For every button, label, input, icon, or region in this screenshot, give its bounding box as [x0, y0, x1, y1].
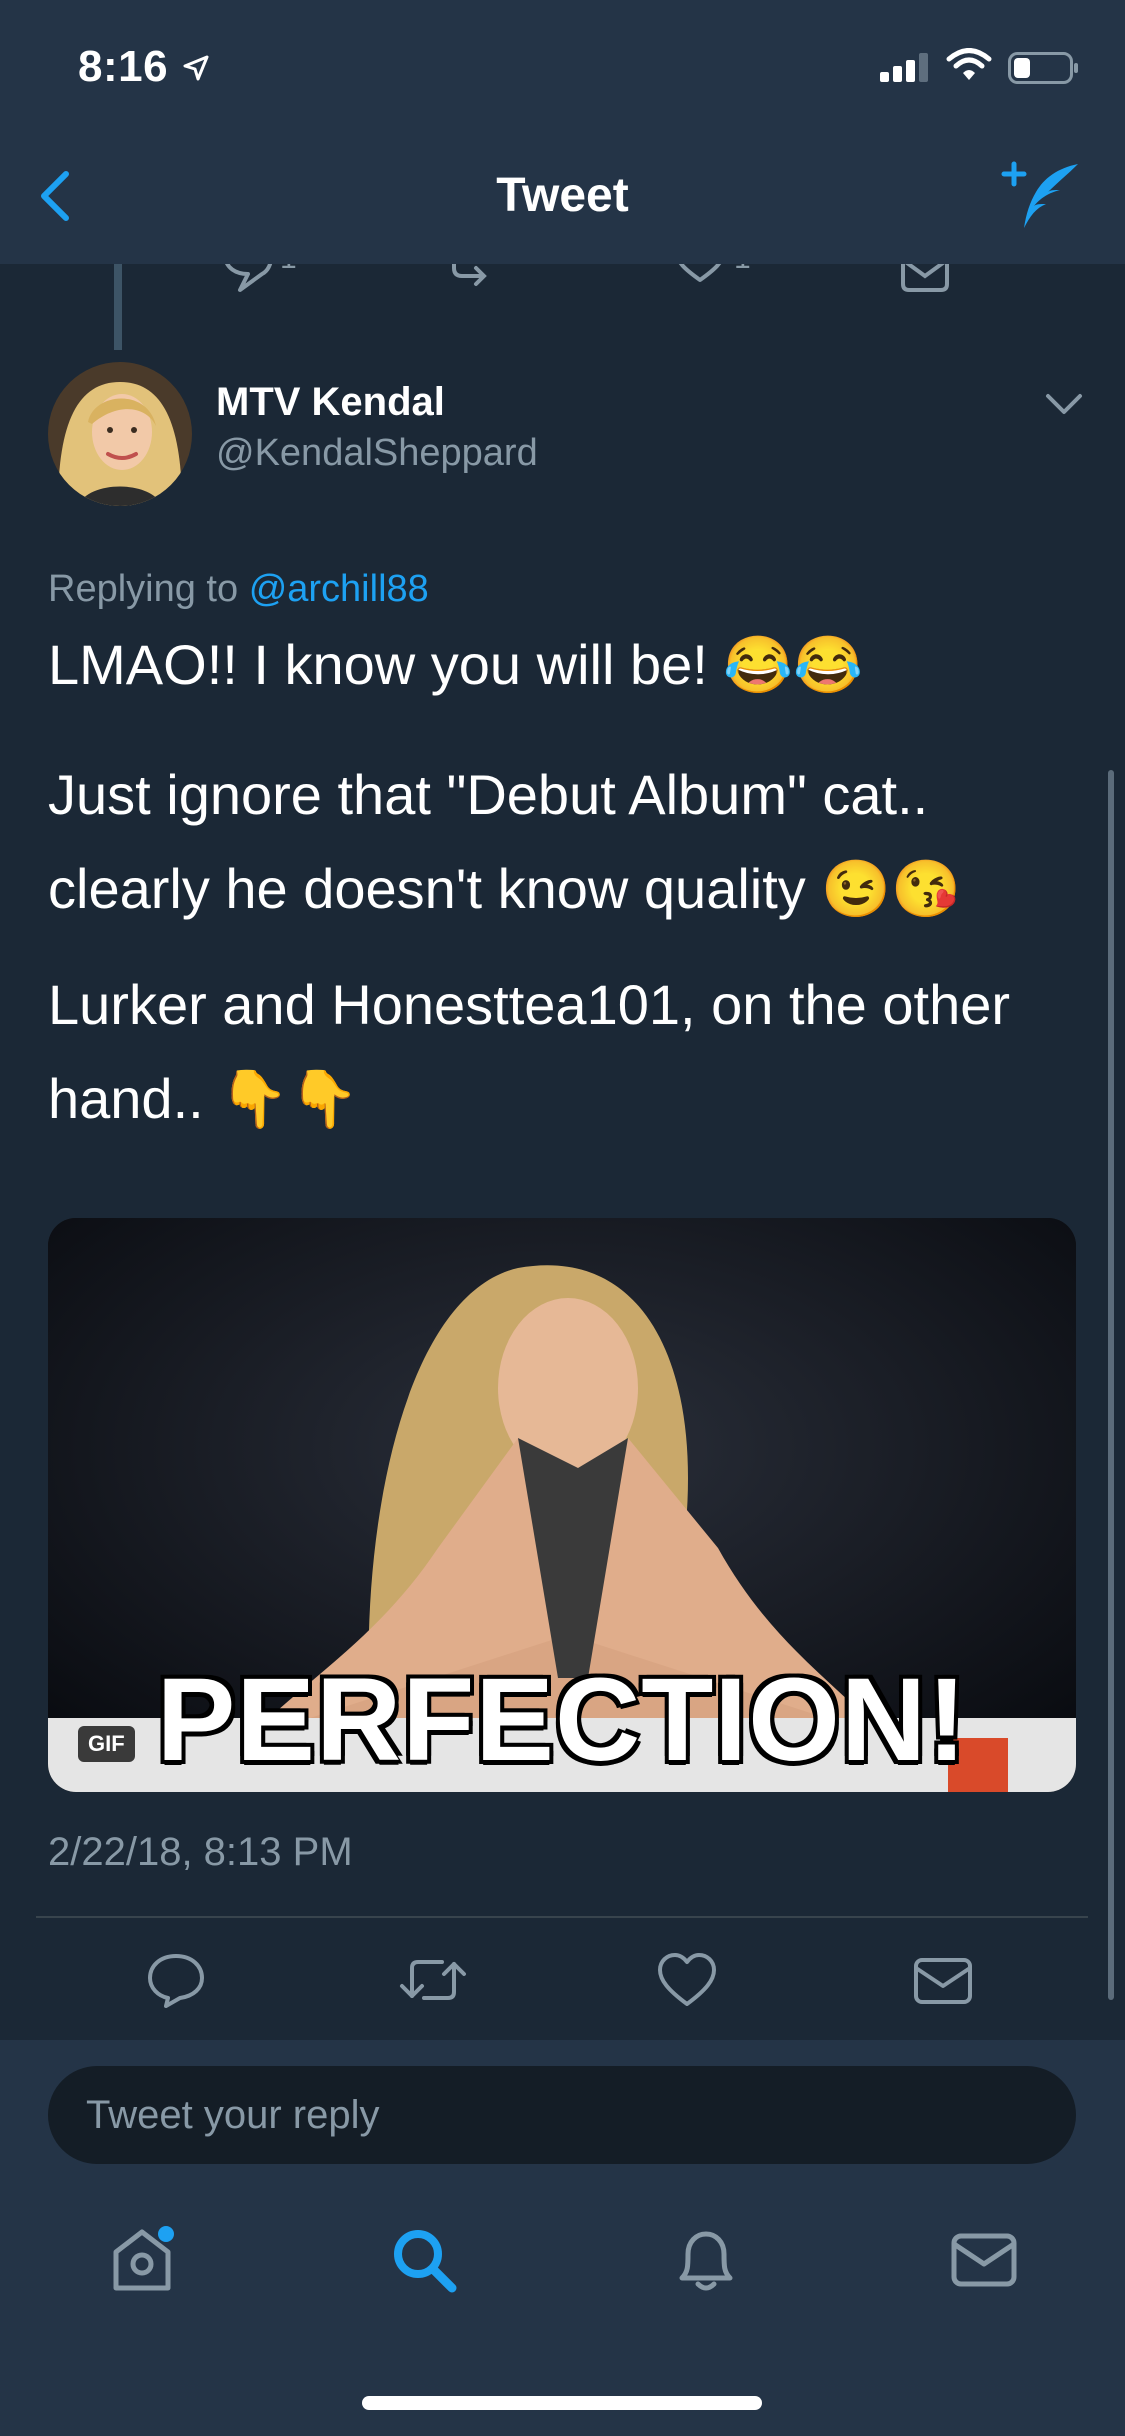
replying-to-line: Replying to @archill88 [48, 568, 429, 611]
tab-messages[interactable] [946, 2222, 1022, 2303]
tweet-text-paragraph3: Lurker and Honesttea101, on the other ha… [48, 973, 1011, 1130]
cellular-signal-icon [880, 52, 934, 87]
direct-message-button[interactable] [912, 1950, 974, 2015]
compose-tweet-button[interactable] [1000, 160, 1084, 237]
avatar[interactable] [48, 362, 192, 506]
reply-button[interactable] [146, 1950, 206, 2015]
tweet-text-paragraph2: Just ignore that "Debut Album" cat.. cle… [48, 763, 961, 920]
divider [36, 1916, 1088, 1918]
retweet-button[interactable] [398, 1950, 468, 2015]
tweet-text-line1: LMAO!! I know you will be! 😂😂 [48, 633, 863, 696]
compose-tweet-icon [1001, 161, 1078, 228]
heart-icon [658, 1953, 716, 2006]
tweet-actions [0, 1950, 1125, 2014]
replying-to-label: Replying to [48, 568, 239, 610]
author-name[interactable]: MTV Kendal [216, 380, 445, 425]
like-button[interactable] [656, 1950, 718, 2015]
tweet-timestamp: 2/22/18, 8:13 PM [48, 1830, 353, 1874]
tweet-detail-screen: 8:16 Tweet MTV Kendal @KendalSheppard Re… [0, 0, 1125, 2436]
tweet-media-gif[interactable]: GIF PERFECTION! [48, 1218, 1076, 1792]
scrollbar[interactable] [1108, 770, 1114, 2000]
messages-icon [951, 2233, 1017, 2287]
gif-caption: PERFECTION! [156, 1654, 968, 1786]
top-bar: 8:16 Tweet [0, 0, 1125, 264]
notifications-icon [679, 2231, 733, 2291]
tab-home[interactable] [106, 2222, 182, 2303]
reply-input[interactable] [48, 2066, 1076, 2164]
envelope-icon [914, 1958, 972, 2004]
tab-search[interactable] [386, 2222, 462, 2303]
chevron-down-icon [1046, 394, 1082, 414]
thread-connector-line [114, 262, 122, 350]
reply-icon [148, 1954, 204, 2008]
page-title: Tweet [496, 169, 629, 222]
author-handle[interactable]: @KendalSheppard [216, 432, 538, 475]
status-time: 8:16 [78, 42, 169, 91]
wifi-icon [946, 48, 992, 87]
search-icon [394, 2230, 457, 2293]
replying-to-handle[interactable]: @archill88 [249, 568, 429, 610]
home-icon [113, 2226, 174, 2291]
tab-notifications[interactable] [668, 2222, 744, 2303]
home-indicator[interactable] [362, 2396, 762, 2410]
new-content-dot [158, 2226, 174, 2242]
location-arrow-icon [182, 54, 210, 87]
tweet-options-button[interactable] [1044, 392, 1084, 423]
battery-icon [1008, 52, 1080, 89]
retweet-icon [400, 1960, 466, 2000]
